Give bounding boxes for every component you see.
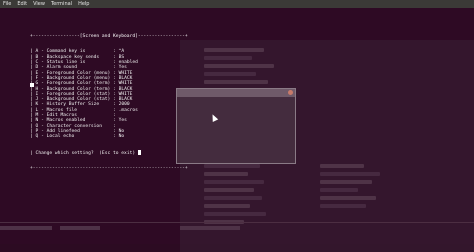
setup-row-key: N xyxy=(35,118,39,124)
status-segment xyxy=(180,226,240,230)
setup-row-label: Character conversion xyxy=(46,123,102,129)
background-row xyxy=(320,164,364,168)
background-row xyxy=(204,204,250,208)
menu-edit[interactable]: Edit xyxy=(17,1,27,7)
background-row xyxy=(320,204,366,208)
setup-footer: +---------------------------------------… xyxy=(30,166,188,172)
setup-row-value: ^A xyxy=(118,49,125,55)
setup-row-value: .macros xyxy=(118,107,138,113)
setup-row-label: Foreground Color (term) xyxy=(46,81,111,87)
setup-row-label: Macros enabled xyxy=(46,118,86,124)
setup-row-label: Alarm sound xyxy=(46,65,78,71)
setup-prompt: Change which setting? (Esc to exit) xyxy=(35,151,136,157)
setup-row-key: L xyxy=(35,107,39,113)
setup-header: +-----------------[Screen and Keyboard]-… xyxy=(30,33,188,39)
setup-row-value: WHITE xyxy=(118,70,133,76)
setup-prompt-line: | Change which setting? (Esc to exit) xyxy=(30,150,188,157)
menu-help[interactable]: Help xyxy=(78,1,89,7)
menu-file[interactable]: File xyxy=(3,1,11,7)
background-row xyxy=(320,172,380,176)
background-row xyxy=(204,212,266,216)
background-row xyxy=(204,80,268,84)
menu-view[interactable]: View xyxy=(33,1,45,7)
text-cursor xyxy=(137,150,141,156)
setup-row[interactable]: | Q - Local echo : No xyxy=(30,134,188,139)
selection-marker xyxy=(30,83,34,87)
setup-row-key: H xyxy=(35,86,39,92)
status-segment xyxy=(0,226,52,230)
menu-bar: File Edit View Terminal Help xyxy=(0,0,474,8)
setup-row-key: K xyxy=(35,102,39,108)
background-row xyxy=(204,196,262,200)
background-dialog xyxy=(176,88,296,164)
setup-row-key: O xyxy=(35,123,39,129)
setup-row-key: E xyxy=(35,70,39,76)
setup-row-key: G xyxy=(35,81,39,87)
setup-row-key: Q xyxy=(35,134,39,140)
terminal-area[interactable]: +-----------------[Screen and Keyboard]-… xyxy=(0,8,474,252)
setup-row-key: D xyxy=(35,65,39,71)
background-row xyxy=(204,72,256,76)
background-row xyxy=(320,196,376,200)
status-segment xyxy=(60,226,100,230)
setup-row-label: Macros file xyxy=(46,107,78,113)
setup-row-value: WHITE xyxy=(118,81,133,87)
setup-menu: +-----------------[Screen and Keyboard]-… xyxy=(30,23,188,182)
setup-row-key: A xyxy=(35,49,39,55)
setup-row-label: Command key is xyxy=(46,49,86,55)
setup-rows: | A - Command key is : ^A | B - Backspace… xyxy=(30,49,188,139)
setup-row-label: Background Color (term) xyxy=(46,86,111,92)
background-row xyxy=(320,180,372,184)
setup-row-value: Yes xyxy=(118,118,127,124)
background-row xyxy=(204,164,260,168)
menu-terminal[interactable]: Terminal xyxy=(51,1,72,7)
dialog-titlebar xyxy=(177,89,295,97)
setup-row-value: No xyxy=(118,134,125,140)
setup-row-value: Yes xyxy=(118,65,127,71)
setup-row-label: Foreground Color (menu) xyxy=(46,70,111,76)
status-row xyxy=(0,226,474,231)
setup-row-value: BLACK xyxy=(118,86,133,92)
background-row xyxy=(204,172,248,176)
setup-row-value: 2000 xyxy=(118,102,130,108)
background-row xyxy=(204,180,264,184)
setup-row-label: Local echo xyxy=(46,134,75,140)
background-row xyxy=(204,56,252,60)
setup-row-label: History Buffer Size xyxy=(46,102,100,108)
background-row xyxy=(204,188,254,192)
separator xyxy=(0,222,474,223)
background-row xyxy=(204,48,264,52)
background-row xyxy=(204,64,274,68)
close-icon xyxy=(288,90,293,95)
background-row xyxy=(320,188,358,192)
